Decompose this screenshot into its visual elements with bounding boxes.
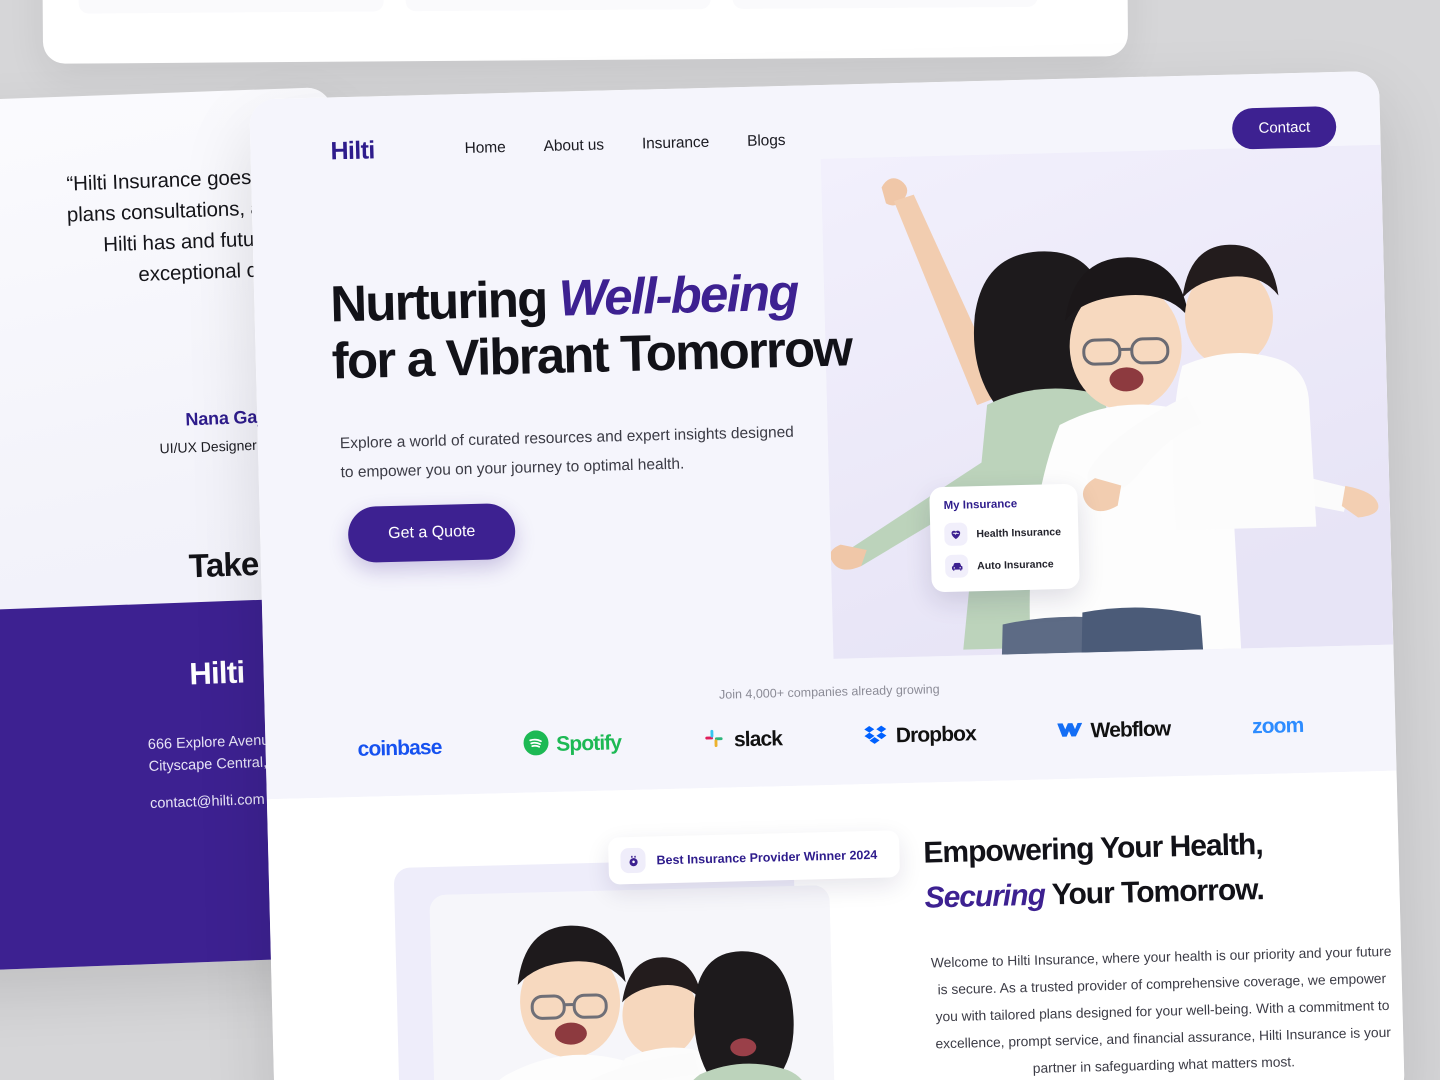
brand-logo[interactable]: Hilti xyxy=(294,135,375,169)
logo-coinbase: coinbase xyxy=(357,736,441,762)
logo-spotify-text: Spotify xyxy=(555,731,622,756)
logo-coinbase-text: coinbase xyxy=(357,735,442,761)
webflow-icon xyxy=(1057,719,1083,745)
award-icon xyxy=(620,847,646,874)
hilti-logo-icon xyxy=(145,655,180,696)
mockup-stage: Learn More memories. Learn More the face… xyxy=(0,0,1440,1080)
about-heading: Empowering Your Health, Securing Your To… xyxy=(923,818,1405,921)
get-a-quote-button[interactable]: Get a Quote xyxy=(347,502,517,564)
my-insurance-title: My Insurance xyxy=(943,498,1018,513)
contact-button[interactable]: Contact xyxy=(1231,105,1337,150)
spotify-icon xyxy=(523,730,549,761)
hero-heading-line2: for a Vibrant Tomorrow xyxy=(331,319,852,390)
nav-item-insurance[interactable]: Insurance xyxy=(642,133,710,153)
background-card[interactable]: memories. Learn More xyxy=(405,0,711,12)
footer-brand-text: Hilti xyxy=(188,654,245,692)
logo-zoom-text: zoom xyxy=(1251,713,1304,739)
hilti-logo-icon xyxy=(294,136,322,169)
footer-brand[interactable]: Hilti xyxy=(145,652,245,696)
logo-dropbox: Dropbox xyxy=(863,720,976,752)
slack-icon xyxy=(703,727,727,756)
partner-logos: coinbase Spotify slack Dropbox Webflow z… xyxy=(265,709,1395,768)
background-card[interactable]: Learn More xyxy=(78,0,384,14)
heart-icon xyxy=(944,522,968,547)
background-card-row: Learn More memories. Learn More the face… xyxy=(78,0,1038,14)
my-insurance-card[interactable]: My Insurance Health Insurance Auto Insur… xyxy=(929,483,1080,593)
insurance-option-health[interactable]: Health Insurance xyxy=(944,520,1066,547)
footer-email[interactable]: contact@hilti.com xyxy=(150,792,265,812)
about-family-photo xyxy=(429,885,836,1080)
insurance-option-label: Health Insurance xyxy=(976,525,1062,540)
hero-heading-accent: Well-being xyxy=(558,263,799,327)
logo-webflow-text: Webflow xyxy=(1090,717,1171,743)
insurance-option-auto[interactable]: Auto Insurance xyxy=(944,552,1067,578)
logo-spotify: Spotify xyxy=(523,728,622,760)
nav-links: Home About us Insurance Blogs xyxy=(464,131,785,157)
nav-item-blogs[interactable]: Blogs xyxy=(747,131,786,150)
insurance-option-label: Auto Insurance xyxy=(977,557,1054,572)
nav-item-home[interactable]: Home xyxy=(464,138,505,157)
award-badge: Best Insurance Provider Winner 2024 xyxy=(607,830,900,885)
dropbox-icon xyxy=(863,722,888,752)
logo-webflow: Webflow xyxy=(1057,717,1171,745)
author-role-title: UI/UX Designer xyxy=(159,436,258,457)
about-paragraph: Welcome to Hilti Insurance, where your h… xyxy=(930,943,1392,1076)
about-family-illustration xyxy=(429,885,836,1080)
background-page: Learn More memories. Learn More the face… xyxy=(40,0,1129,64)
brand-name: Hilti xyxy=(330,136,376,166)
hero-section: Hilti Home About us Insurance Blogs Cont… xyxy=(249,70,1397,800)
hero-heading-plain: Nurturing xyxy=(329,269,560,333)
background-card[interactable]: the face of illness. Learn More xyxy=(732,0,1038,9)
logo-dropbox-text: Dropbox xyxy=(895,722,977,748)
hero-heading: Nurturing Well-being for a Vibrant Tomor… xyxy=(330,260,953,390)
about-heading-line2: Your Tomorrow. xyxy=(1044,873,1265,912)
logo-slack: slack xyxy=(703,725,783,755)
award-badge-label: Best Insurance Provider Winner 2024 xyxy=(656,847,878,867)
hilti-landing-page: Hilti Home About us Insurance Blogs Cont… xyxy=(249,70,1405,1080)
about-section: Best Insurance Provider Winner 2024 Empo… xyxy=(266,770,1405,1080)
logo-slack-text: slack xyxy=(733,727,783,752)
nav-item-about-us[interactable]: About us xyxy=(543,136,604,156)
join-companies-text: Join 4,000+ companies already growing xyxy=(718,682,940,702)
family-illustration xyxy=(820,144,1394,659)
hero-paragraph: Explore a world of curated resources and… xyxy=(339,423,795,481)
about-heading-line1: Empowering Your Health, xyxy=(923,828,1264,870)
logo-zoom: zoom xyxy=(1252,714,1304,739)
hero-family-photo xyxy=(820,144,1394,659)
car-icon xyxy=(944,554,969,578)
about-heading-accent: Securing xyxy=(924,878,1046,915)
